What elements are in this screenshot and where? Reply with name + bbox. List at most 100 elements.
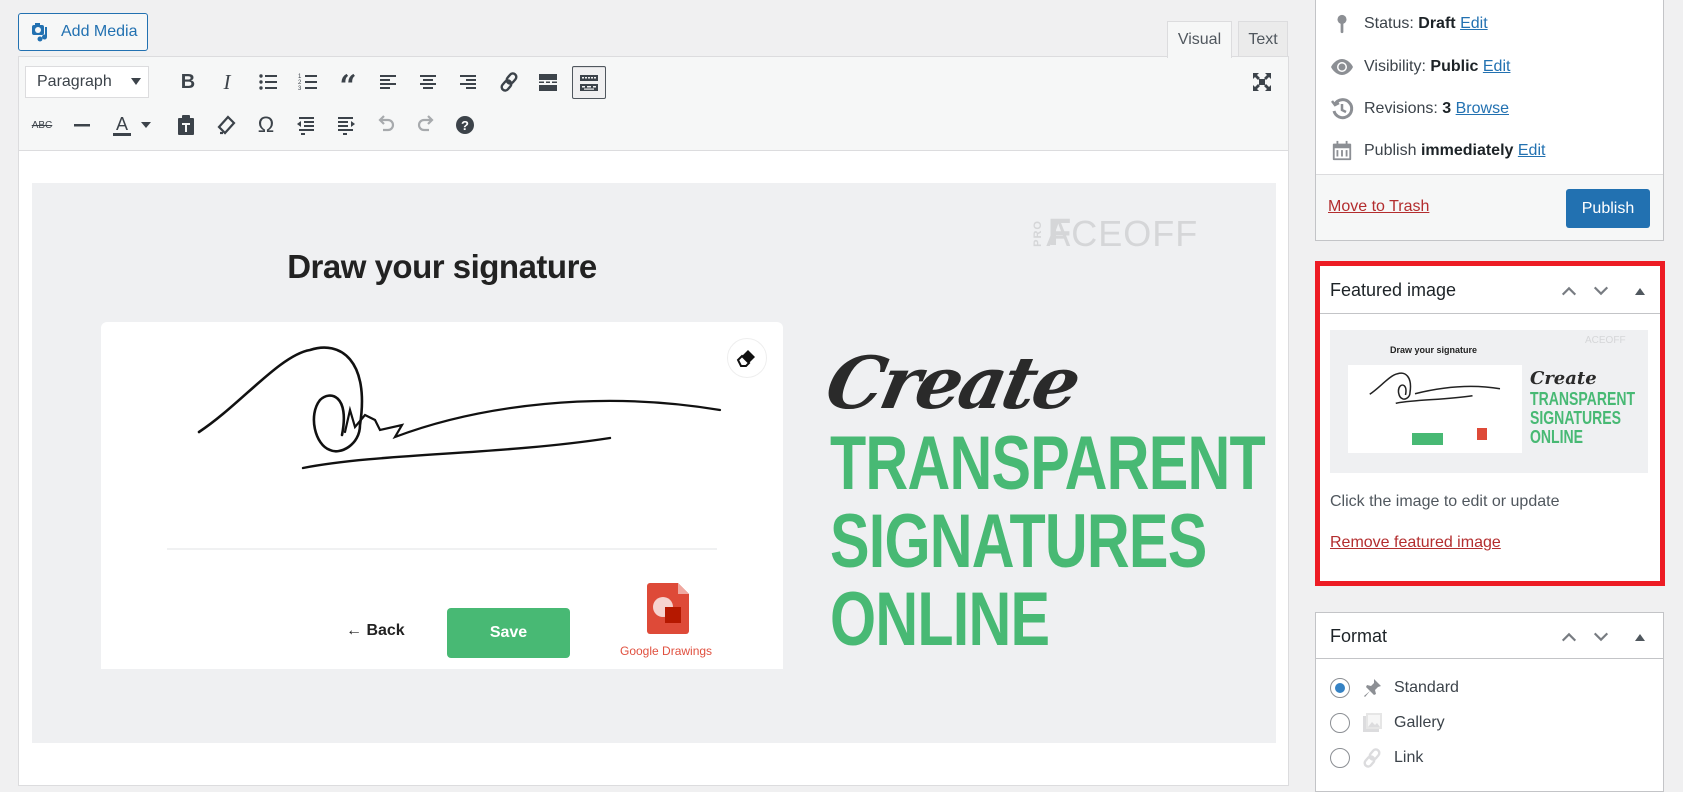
header-divider	[1320, 313, 1660, 314]
align-right-button[interactable]	[452, 66, 484, 98]
toolbar-toggle-button[interactable]	[572, 66, 606, 99]
gallery-icon	[1360, 711, 1384, 735]
text-color-icon: A	[113, 114, 131, 136]
bold-icon: B	[180, 70, 196, 93]
tab-visual[interactable]: Visual	[1167, 21, 1232, 58]
calendar-icon	[1330, 139, 1354, 163]
link-icon	[500, 72, 518, 92]
featured-image-thumbnail[interactable]: Draw your signature ACEOFF Create TRANSP…	[1330, 330, 1648, 473]
chevron-down-icon	[131, 78, 141, 85]
move-down-button[interactable]	[1589, 625, 1613, 649]
italic-button[interactable]: I	[211, 66, 243, 98]
numbered-list-icon: 123	[298, 74, 317, 92]
chevron-down-icon	[1593, 286, 1609, 296]
paste-as-text-button[interactable]	[170, 109, 202, 141]
publish-label: Publish	[1364, 142, 1417, 159]
align-center-button[interactable]	[412, 66, 444, 98]
align-left-icon	[380, 75, 396, 89]
format-radio-link[interactable]	[1330, 748, 1350, 768]
strikethrough-button[interactable]: ABC	[26, 109, 58, 141]
read-more-button[interactable]	[532, 66, 564, 98]
browse-revisions-link[interactable]: Browse	[1456, 100, 1509, 117]
help-button[interactable]: ?	[449, 109, 481, 141]
remove-featured-image-link[interactable]: Remove featured image	[1330, 534, 1501, 552]
bulleted-list-button[interactable]	[252, 66, 284, 98]
paragraph-format-select[interactable]: Paragraph	[25, 66, 149, 98]
move-down-button[interactable]	[1589, 279, 1613, 303]
pushpin-icon	[1360, 676, 1384, 700]
edit-publish-date-link[interactable]: Edit	[1518, 142, 1546, 159]
eye-icon	[1330, 55, 1354, 79]
format-option-gallery[interactable]: Gallery	[1330, 711, 1445, 735]
undo-button[interactable]	[370, 109, 402, 141]
insert-link-button[interactable]	[493, 66, 525, 98]
media-icon	[32, 23, 48, 42]
numbered-list-button[interactable]: 123	[292, 66, 324, 98]
brand-prefix: PRO	[1032, 220, 1044, 247]
outdent-icon	[297, 117, 314, 135]
outdent-button[interactable]	[290, 109, 322, 141]
blockquote-icon: “	[339, 69, 357, 104]
horizontal-line-button[interactable]	[66, 109, 98, 141]
omega-icon: Ω	[257, 112, 275, 137]
status-label: Status:	[1364, 15, 1414, 32]
read-more-icon	[539, 74, 557, 91]
signature-save-button: Save	[447, 608, 570, 658]
italic-icon: I	[223, 69, 231, 94]
help-icon: ?	[456, 116, 474, 134]
featured-image-hint: Click the image to edit or update	[1330, 493, 1560, 510]
publish-button[interactable]: Publish	[1566, 189, 1650, 228]
chevron-up-icon	[1561, 286, 1577, 296]
edit-visibility-link[interactable]: Edit	[1483, 58, 1511, 75]
visibility-row: Visibility: Public Edit	[1330, 55, 1510, 79]
move-up-button[interactable]	[1557, 625, 1581, 649]
format-radio-standard[interactable]	[1330, 678, 1350, 698]
format-radio-gallery[interactable]	[1330, 713, 1350, 733]
blockquote-button[interactable]: “	[332, 66, 364, 102]
clear-formatting-button[interactable]	[210, 109, 242, 141]
align-center-icon	[420, 75, 436, 89]
move-to-trash-link[interactable]: Move to Trash	[1328, 198, 1429, 216]
visibility-label: Visibility:	[1364, 58, 1426, 75]
move-up-button[interactable]	[1557, 279, 1581, 303]
add-media-button[interactable]: Add Media	[18, 13, 148, 51]
strikethrough-icon: ABC	[31, 119, 53, 131]
chevron-down-icon	[1593, 632, 1609, 642]
header-divider	[1316, 658, 1663, 659]
indent-button[interactable]	[330, 109, 362, 141]
edit-status-link[interactable]: Edit	[1460, 15, 1488, 32]
bold-button[interactable]: B	[172, 66, 204, 98]
text-color-dropdown[interactable]	[136, 109, 156, 141]
featured-image-title: Featured image	[1330, 280, 1457, 300]
publish-button-label: Publish	[1581, 199, 1635, 217]
align-left-button[interactable]	[372, 66, 404, 98]
redo-icon	[417, 115, 434, 132]
triangle-up-icon	[1635, 633, 1645, 641]
revisions-row: Revisions: 3 Browse	[1330, 97, 1509, 121]
tab-text[interactable]: Text	[1238, 21, 1288, 57]
redo-button[interactable]	[410, 109, 442, 141]
special-character-button[interactable]: Ω	[250, 109, 282, 141]
bulleted-list-icon	[259, 74, 277, 90]
collapse-toggle-button[interactable]	[1628, 279, 1652, 303]
signature-baseline	[167, 548, 717, 550]
pin-icon	[1330, 12, 1354, 36]
format-option-standard[interactable]: Standard	[1330, 676, 1459, 700]
format-option-link[interactable]: Link	[1330, 746, 1423, 770]
text-color-button[interactable]: A	[106, 109, 138, 141]
google-drawings-label: Google Drawings	[620, 644, 713, 658]
horizontal-line-icon	[74, 124, 90, 127]
revisions-label: Revisions:	[1364, 100, 1438, 117]
clipboard-icon	[178, 115, 194, 135]
svg-text:A: A	[116, 114, 128, 134]
format-select-value: Paragraph	[37, 73, 112, 90]
fullscreen-button[interactable]	[1246, 66, 1278, 98]
link-icon	[1360, 746, 1384, 770]
collapse-toggle-button[interactable]	[1628, 625, 1652, 649]
format-title: Format	[1330, 626, 1388, 646]
indent-icon	[338, 117, 355, 135]
publish-date-row: Publish immediately Edit	[1330, 139, 1545, 163]
align-right-icon	[460, 75, 476, 89]
tab-visual-label: Visual	[1177, 31, 1222, 48]
chevron-up-icon	[1561, 632, 1577, 642]
